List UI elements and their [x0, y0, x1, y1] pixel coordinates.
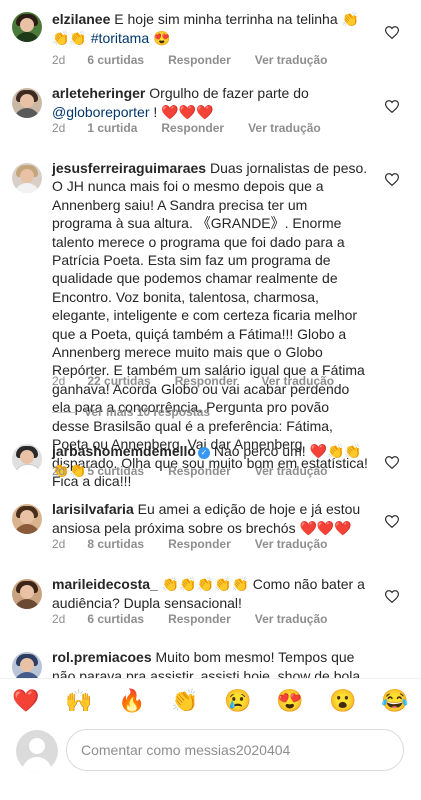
comment-time: 2d [52, 374, 66, 388]
translate-button[interactable]: Ver tradução [248, 121, 321, 135]
reply-button[interactable]: Responder [168, 537, 231, 551]
avatar[interactable] [12, 579, 42, 609]
translate-button[interactable]: Ver tradução [255, 53, 328, 67]
like-heart-icon[interactable] [385, 590, 399, 603]
comment-meta: 2d 22 curtidas Responder Ver tradução [52, 374, 358, 388]
translate-button[interactable]: Ver tradução [261, 374, 334, 388]
avatar[interactable] [12, 444, 42, 474]
comment-username[interactable]: jarbashomemdemello [52, 443, 196, 459]
reaction-raised-hands-icon[interactable]: 🙌 [63, 685, 95, 717]
comment-time: 2d [52, 537, 66, 551]
comment-meta: 2d 6 curtidas Responder Ver tradução [52, 612, 351, 626]
reaction-surprised-icon[interactable]: 😮 [327, 685, 359, 717]
comment-username[interactable]: marileidecosta_ [52, 576, 158, 592]
comment-meta: 2d 5 curtidas Responder Ver tradução [52, 464, 351, 478]
reaction-laughing-icon[interactable]: 😂 [379, 685, 411, 717]
comment-time: 2d [52, 121, 66, 135]
like-heart-icon[interactable] [385, 456, 399, 469]
comment-likes[interactable]: 1 curtida [87, 121, 137, 135]
avatar[interactable] [12, 504, 42, 534]
comment-mention[interactable]: @globoreporter [52, 104, 150, 120]
comment-input[interactable] [66, 729, 404, 771]
reply-button[interactable]: Responder [168, 464, 231, 478]
comment-body: Orgulho de fazer parte do [145, 85, 309, 101]
comment-text: rol.premiacoes Muito bom mesmo! Tempos q… [52, 648, 370, 678]
reaction-fire-icon[interactable]: 🔥 [116, 685, 148, 717]
like-heart-icon[interactable] [385, 515, 399, 528]
comment-username[interactable]: jesusferreiraguimaraes [52, 160, 206, 176]
comment-text: elzilanee E hoje sim minha terrinha na t… [52, 10, 370, 47]
comment-time: 2d [52, 464, 66, 478]
avatar[interactable] [12, 12, 42, 42]
translate-button[interactable]: Ver tradução [255, 612, 328, 626]
comment-text: marileidecosta_ 👏👏👏👏👏 Como não bater a a… [52, 575, 370, 612]
reaction-crying-icon[interactable]: 😢 [222, 685, 254, 717]
avatar[interactable] [12, 88, 42, 118]
reply-button[interactable]: Responder [175, 374, 238, 388]
comment-text: jesusferreiraguimaraes Duas jornalistas … [52, 159, 370, 490]
comment-text: arleteheringer Orgulho de fazer parte do… [52, 84, 370, 121]
translate-button[interactable]: Ver tradução [255, 537, 328, 551]
reaction-heart-eyes-icon[interactable]: 😍 [274, 685, 306, 717]
comment-text: larisilvafaria Eu amei a edição de hoje … [52, 500, 370, 537]
like-heart-icon[interactable] [385, 26, 399, 39]
comment-composer [0, 722, 421, 800]
reaction-heart-icon[interactable]: ❤️ [10, 685, 42, 717]
comment-tail: 😍 [149, 29, 171, 46]
comment-meta: 2d 8 curtidas Responder Ver tradução [52, 537, 351, 551]
comment-likes[interactable]: 8 curtidas [87, 537, 144, 551]
comment-time: 2d [52, 53, 66, 67]
comments-list: elzilanee E hoje sim minha terrinha na t… [0, 0, 421, 678]
translate-button[interactable]: Ver tradução [255, 464, 328, 478]
current-user-avatar [16, 730, 58, 772]
reaction-clap-icon[interactable]: 👏 [169, 685, 201, 717]
avatar[interactable] [12, 652, 42, 678]
comment-username[interactable]: elzilanee [52, 11, 110, 27]
comment-username[interactable]: rol.premiacoes [52, 649, 152, 665]
quick-reaction-bar: ❤️ 🙌 🔥 👏 😢 😍 😮 😂 [0, 678, 421, 723]
reply-button[interactable]: Responder [168, 53, 231, 67]
like-heart-icon[interactable] [385, 173, 399, 186]
comment-username[interactable]: arleteheringer [52, 85, 145, 101]
reply-button[interactable]: Responder [161, 121, 224, 135]
comment-meta: 2d 6 curtidas Responder Ver tradução [52, 53, 351, 67]
like-heart-icon[interactable] [385, 100, 399, 113]
comment-time: 2d [52, 612, 66, 626]
comment-meta: 2d 1 curtida Responder Ver tradução [52, 121, 345, 135]
verified-badge-icon: ✓ [197, 447, 210, 459]
comment-likes[interactable]: 5 curtidas [87, 464, 144, 478]
comment-username[interactable]: larisilvafaria [52, 501, 134, 517]
comment-likes[interactable]: 6 curtidas [87, 53, 144, 67]
reply-button[interactable]: Responder [168, 612, 231, 626]
comment-tail: ! ❤️❤️❤️ [149, 103, 214, 120]
comment-likes[interactable]: 6 curtidas [87, 612, 144, 626]
comment-likes[interactable]: 22 curtidas [87, 374, 150, 388]
view-more-replies-button[interactable]: Ver mais 10 respostas [52, 405, 210, 419]
avatar[interactable] [12, 163, 42, 193]
comment-body: Duas jornalistas de peso. O JH nunca mai… [52, 160, 368, 489]
comment-hashtag[interactable]: #toritama [91, 30, 149, 46]
